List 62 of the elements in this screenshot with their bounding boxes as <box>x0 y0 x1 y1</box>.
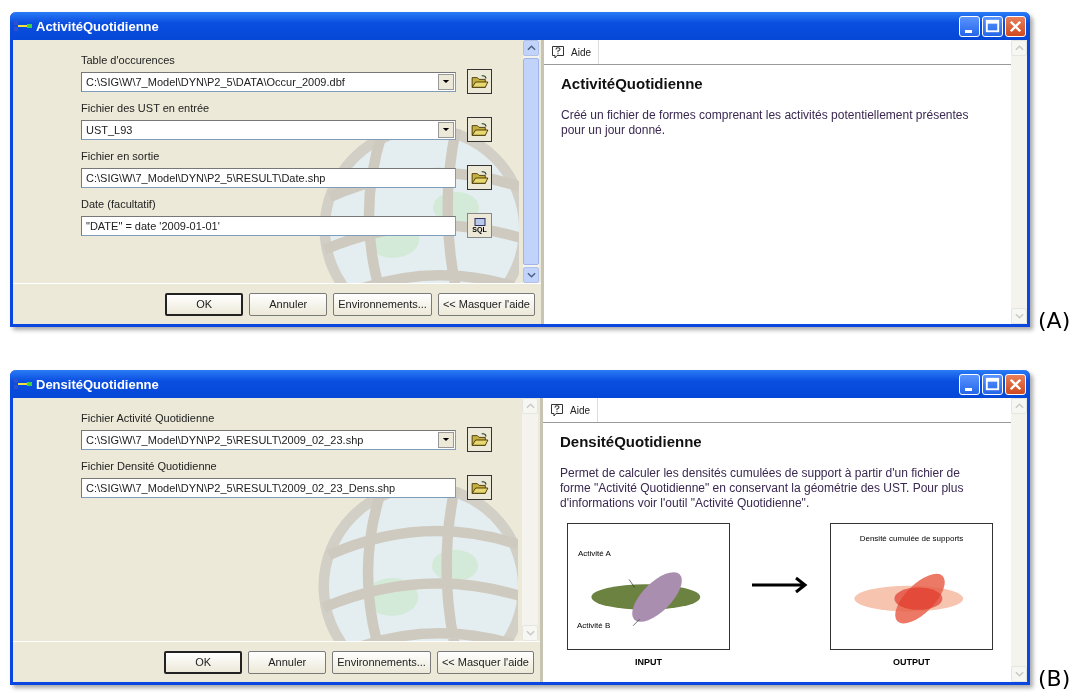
dropdown-field[interactable]: UST_L93 <box>81 119 456 140</box>
dropdown-field[interactable]: C:\SIG\W\7_Model\DYN\P2_5\DATA\Occur_2009.dbf <box>81 71 456 92</box>
dropdown-field[interactable]: C:\SIG\W\7_Model\DYN\P2_5\RESULT\2009_02_23.shp <box>81 429 456 450</box>
dialog-button[interactable]: Environnements... <box>333 292 432 316</box>
window-title: DensitéQuotidienne <box>36 376 159 392</box>
diagram-caption: INPUT <box>635 657 662 667</box>
dialog-button[interactable]: Annuler <box>249 292 328 316</box>
folder-icon <box>470 122 489 137</box>
dialog-button[interactable]: << Masquer l'aide <box>437 292 535 316</box>
maximize-button[interactable] <box>982 15 1003 37</box>
maximize-button[interactable] <box>982 373 1003 395</box>
help-text: Créé un fichier de formes comprenant les activités potentiellement présentes pour un jour donné. <box>561 108 970 138</box>
dialog-button[interactable]: OK <box>164 650 243 674</box>
minimize-button[interactable] <box>959 373 980 395</box>
tool-icon <box>14 378 32 390</box>
diagram-label: Activité B <box>577 621 611 630</box>
close-button[interactable] <box>1005 15 1026 37</box>
input-field[interactable]: C:\SIG\W\7_Model\DYN\P2_5\RESULT\Date.shp <box>81 167 456 188</box>
help-tab[interactable]: Aide <box>543 398 598 422</box>
dialog-button[interactable]: OK <box>165 292 244 316</box>
dialog-button[interactable]: << Masquer l'aide <box>436 650 534 674</box>
scroll-up-icon[interactable] <box>526 45 536 51</box>
scrollbar[interactable] <box>523 40 539 283</box>
input-field[interactable]: C:\SIG\W\7_Model\DYN\P2_5\RESULT\2009_02_23_Dens.shp <box>81 477 456 498</box>
tool-icon <box>14 20 32 32</box>
help-icon <box>551 45 565 59</box>
field-label: Fichier des UST en entrée <box>81 102 210 114</box>
scroll-down-icon[interactable] <box>526 272 536 278</box>
field-label: Table d'occurences <box>81 54 175 66</box>
browse-button[interactable] <box>467 69 492 94</box>
dialog-button[interactable]: Annuler <box>248 650 327 674</box>
browse-button[interactable] <box>467 165 492 190</box>
table-icon <box>473 217 486 226</box>
folder-icon <box>470 480 489 495</box>
folder-icon <box>470 432 489 447</box>
panel-label: (B) <box>1038 666 1071 691</box>
field-label: Fichier en sortie <box>81 150 160 162</box>
minimize-icon <box>965 387 972 391</box>
input-field[interactable]: "DATE" = date '2009-01-01' <box>81 215 456 236</box>
help-tab[interactable]: Aide <box>544 40 599 64</box>
close-button[interactable] <box>1005 373 1026 395</box>
field-label: Fichier Activité Quotidienne <box>81 412 215 424</box>
dialog-button[interactable]: Environnements... <box>332 650 431 674</box>
folder-icon <box>470 170 489 185</box>
help-text: Permet de calculer les densités cumulées de support à partir d'un fichier de forme "Activité Quotidienne" en conservant la géométrie des UST. Pour plus d'informations voir l'outil "Activité Quotidienne". <box>560 466 965 511</box>
folder-icon <box>470 74 489 89</box>
panel-label: (A) <box>1038 308 1071 333</box>
right-arrow-icon <box>750 575 810 595</box>
help-heading: DensitéQuotidienne <box>560 433 703 450</box>
browse-button[interactable] <box>467 117 492 142</box>
field-label: Fichier Densité Quotidienne <box>81 460 217 472</box>
diagram-title: Densité cumulée de supports <box>859 534 964 543</box>
browse-button[interactable] <box>467 475 492 500</box>
minimize-button[interactable] <box>959 15 980 37</box>
help-heading: ActivitéQuotidienne <box>561 75 704 92</box>
browse-button[interactable] <box>467 427 492 452</box>
window-title: ActivitéQuotidienne <box>36 18 159 34</box>
minimize-icon <box>965 29 972 33</box>
help-icon <box>550 403 564 417</box>
diagram-caption: OUTPUT <box>893 657 930 667</box>
field-label: Date (facultatif) <box>81 198 156 210</box>
diagram-label: Activité A <box>578 549 611 558</box>
